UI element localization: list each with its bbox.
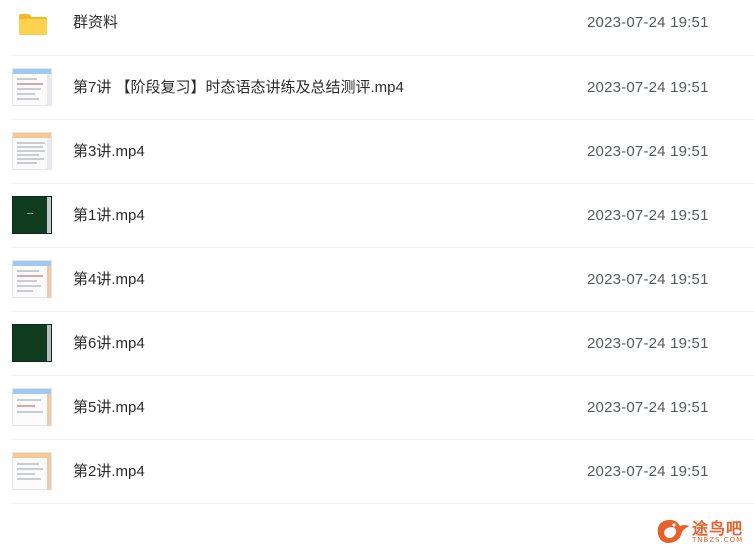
folder-icon <box>12 8 52 46</box>
list-item[interactable]: 第3讲.mp4 2023-07-24 19:51 <box>12 120 754 184</box>
list-item[interactable]: 群资料 2023-07-24 19:51 <box>12 0 754 56</box>
video-thumbnail <box>12 324 52 362</box>
file-date: 2023-07-24 19:51 <box>587 79 709 96</box>
video-thumbnail <box>12 196 52 234</box>
file-name[interactable]: 第5讲.mp4 <box>73 376 145 439</box>
video-thumbnail <box>12 260 52 298</box>
video-thumbnail <box>12 388 52 426</box>
list-item[interactable]: 第1讲.mp4 2023-07-24 19:51 <box>12 184 754 248</box>
list-item[interactable]: 第4讲.mp4 2023-07-24 19:51 <box>12 248 754 312</box>
list-item[interactable]: 第7讲 【阶段复习】时态语态讲练及总结测评.mp4 2023-07-24 19:… <box>12 56 754 120</box>
video-thumbnail <box>12 68 52 106</box>
file-date: 2023-07-24 19:51 <box>587 399 709 416</box>
file-date: 2023-07-24 19:51 <box>587 335 709 352</box>
list-item[interactable]: 第5讲.mp4 2023-07-24 19:51 <box>12 376 754 440</box>
file-date: 2023-07-24 19:51 <box>587 207 709 224</box>
file-name[interactable]: 第6讲.mp4 <box>73 312 145 375</box>
watermark-logo: 途鸟吧 TNBZS.COM <box>652 512 752 548</box>
file-date: 2023-07-24 19:51 <box>587 143 709 160</box>
video-thumbnail <box>12 132 52 170</box>
file-name[interactable]: 群资料 <box>73 0 118 46</box>
watermark-subtext: TNBZS.COM <box>692 536 744 544</box>
list-item[interactable]: 第2讲.mp4 2023-07-24 19:51 <box>12 440 754 504</box>
file-list: 群资料 2023-07-24 19:51 第7讲 【阶段复习】时态语态讲练及总结… <box>0 0 754 504</box>
file-name[interactable]: 第3讲.mp4 <box>73 120 145 183</box>
file-name[interactable]: 第1讲.mp4 <box>73 184 145 247</box>
file-date: 2023-07-24 19:51 <box>587 14 709 31</box>
file-name[interactable]: 第7讲 【阶段复习】时态语态讲练及总结测评.mp4 <box>73 56 404 119</box>
list-item[interactable]: 第6讲.mp4 2023-07-24 19:51 <box>12 312 754 376</box>
bird-icon <box>657 519 689 543</box>
file-date: 2023-07-24 19:51 <box>587 463 709 480</box>
file-name[interactable]: 第4讲.mp4 <box>73 248 145 311</box>
file-name[interactable]: 第2讲.mp4 <box>73 440 145 503</box>
file-date: 2023-07-24 19:51 <box>587 271 709 288</box>
video-thumbnail <box>12 452 52 490</box>
